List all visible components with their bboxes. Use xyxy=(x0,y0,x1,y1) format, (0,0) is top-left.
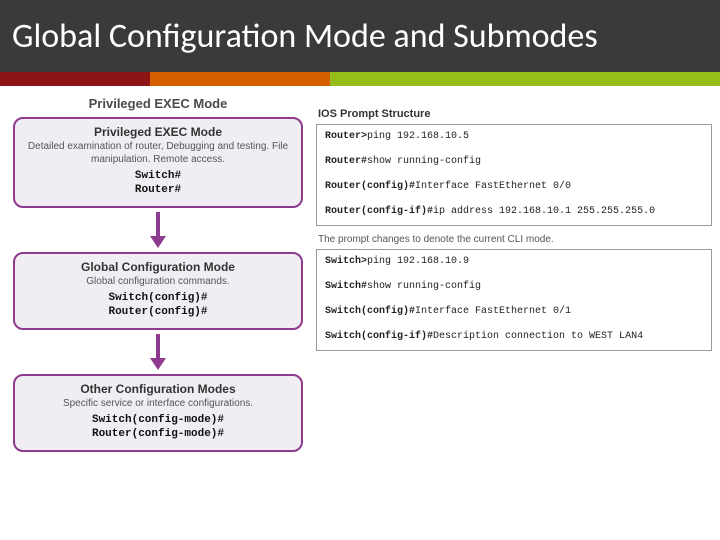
terminal-line: Switch(config)#Interface FastEthernet 0/… xyxy=(325,306,703,317)
mode-box-title: Other Configuration Modes xyxy=(23,382,293,396)
prompt: Switch(config)# xyxy=(325,306,415,317)
mode-box-code: Switch(config-mode)# xyxy=(23,414,293,428)
terminal-line: Switch>ping 192.168.10.9 xyxy=(325,256,703,267)
command: ping 192.168.10.9 xyxy=(367,256,469,267)
content-area: Privileged EXEC Mode Privileged EXEC Mod… xyxy=(0,86,720,458)
stripe-segment-green xyxy=(330,72,720,86)
slide-header: Global Configuration Mode and Submodes xyxy=(0,0,720,72)
command: ping 192.168.10.5 xyxy=(367,131,469,142)
terminal-line: Router>ping 192.168.10.5 xyxy=(325,131,703,142)
terminal-router: Router>ping 192.168.10.5 Router#show run… xyxy=(316,124,712,226)
arrow-down-icon xyxy=(150,212,166,248)
command: Interface FastEthernet 0/1 xyxy=(415,306,571,317)
accent-stripe xyxy=(0,72,720,86)
mode-box-title: Global Configuration Mode xyxy=(23,260,293,274)
prompt: Switch(config-if)# xyxy=(325,331,433,342)
mode-box-code: Router# xyxy=(23,184,293,198)
mode-box-desc: Specific service or interface configurat… xyxy=(23,398,293,411)
mode-box-code: Switch(config)# xyxy=(23,292,293,306)
stripe-segment-red xyxy=(0,72,150,86)
caption-text: The prompt changes to denote the current… xyxy=(318,234,712,245)
terminal-line: Router(config-if)#ip address 192.168.10.… xyxy=(325,206,703,217)
terminal-line: Switch#show running-config xyxy=(325,281,703,292)
terminal-switch: Switch>ping 192.168.10.9 Switch#show run… xyxy=(316,249,712,351)
terminal-line: Switch(config-if)#Description connection… xyxy=(325,331,703,342)
mode-box-code: Router(config)# xyxy=(23,306,293,320)
command: Interface FastEthernet 0/0 xyxy=(415,181,571,192)
stripe-segment-orange xyxy=(150,72,330,86)
prompt: Router# xyxy=(325,156,367,167)
slide-title: Global Configuration Mode and Submodes xyxy=(12,16,598,57)
prompt: Switch> xyxy=(325,256,367,267)
prompt: Switch# xyxy=(325,281,367,292)
ios-prompt-title: IOS Prompt Structure xyxy=(318,108,712,120)
mode-box-title: Privileged EXEC Mode xyxy=(23,125,293,139)
mode-box-code: Router(config-mode)# xyxy=(23,428,293,442)
left-column: Privileged EXEC Mode Privileged EXEC Mod… xyxy=(8,96,308,452)
terminal-line: Router(config)#Interface FastEthernet 0/… xyxy=(325,181,703,192)
mode-box-global: Global Configuration Mode Global configu… xyxy=(13,252,303,330)
command: show running-config xyxy=(367,156,481,167)
prompt: Router(config-if)# xyxy=(325,206,433,217)
arrow-down-icon xyxy=(150,334,166,370)
mode-box-desc: Global configuration commands. xyxy=(23,276,293,289)
prompt: Router> xyxy=(325,131,367,142)
mode-box-code: Switch# xyxy=(23,170,293,184)
mode-box-other: Other Configuration Modes Specific servi… xyxy=(13,374,303,452)
mode-box-privileged: Privileged EXEC Mode Detailed examinatio… xyxy=(13,117,303,208)
mode-box-desc: Detailed examination of router, Debuggin… xyxy=(23,141,293,166)
left-column-title: Privileged EXEC Mode xyxy=(89,96,228,111)
prompt: Router(config)# xyxy=(325,181,415,192)
terminal-line: Router#show running-config xyxy=(325,156,703,167)
command: ip address 192.168.10.1 255.255.255.0 xyxy=(433,206,655,217)
command: Description connection to WEST LAN4 xyxy=(433,331,643,342)
command: show running-config xyxy=(367,281,481,292)
right-column: IOS Prompt Structure Router>ping 192.168… xyxy=(316,96,712,452)
